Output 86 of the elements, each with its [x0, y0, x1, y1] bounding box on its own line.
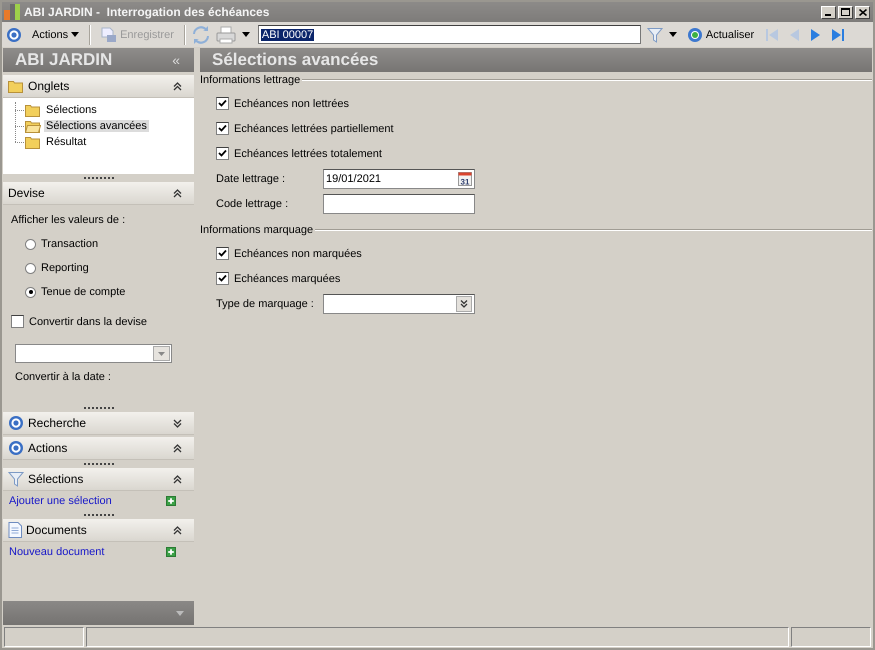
- expand-icon[interactable]: [173, 418, 182, 428]
- refresh-button[interactable]: Actualiser: [682, 24, 758, 44]
- radio-label: Transaction: [41, 238, 98, 250]
- new-document-link[interactable]: Nouveau document: [9, 546, 104, 558]
- folder-icon: [25, 136, 41, 148]
- text-field[interactable]: [323, 194, 475, 214]
- section-header[interactable]: Devise: [3, 182, 194, 205]
- dropdown-arrow-icon[interactable]: [242, 32, 250, 37]
- field-label: Code lettrage :: [216, 198, 290, 210]
- company-name: ABI JARDIN: [15, 50, 112, 70]
- target-icon: [6, 26, 22, 42]
- checkbox[interactable]: [216, 147, 229, 160]
- target-icon: [8, 415, 24, 431]
- section-header[interactable]: Onglets: [3, 75, 194, 98]
- section-title: Recherche: [28, 416, 86, 430]
- radio-button[interactable]: [25, 238, 36, 250]
- save-icon: [101, 26, 118, 42]
- section-title: Sélections: [28, 472, 84, 486]
- checkbox-label: Echéances lettrées totalement: [234, 148, 382, 160]
- close-button[interactable]: [855, 6, 870, 18]
- checkbox[interactable]: [216, 97, 229, 110]
- app-logo-icon: [4, 4, 20, 20]
- radio-button[interactable]: [25, 286, 36, 298]
- checkbox[interactable]: [216, 122, 229, 135]
- close-icon: [858, 8, 866, 16]
- currency-dropdown[interactable]: [15, 344, 172, 363]
- group-title: Informations lettrage: [200, 74, 300, 86]
- section-header[interactable]: Documents: [3, 519, 194, 542]
- collapse-icon[interactable]: [173, 526, 182, 534]
- section-title: Actions: [28, 441, 68, 455]
- expand-icon: [460, 300, 468, 308]
- dropdown-arrow-icon[interactable]: [668, 32, 677, 37]
- radio-label: Tenue de compte: [41, 286, 126, 298]
- checkbox[interactable]: [216, 272, 229, 285]
- page-title: Sélections avancées: [212, 50, 378, 70]
- checkbox-label: Echéances lettrées partiellement: [234, 122, 394, 134]
- last-record-icon[interactable]: [830, 26, 846, 42]
- add-icon[interactable]: [166, 547, 176, 557]
- folder-icon: [8, 80, 24, 92]
- tree-item[interactable]: Sélections avancées: [44, 120, 149, 132]
- section-title: Documents: [26, 523, 87, 537]
- maximize-button[interactable]: [838, 6, 853, 18]
- section-header[interactable]: Actions: [3, 437, 194, 460]
- printer-icon[interactable]: [216, 26, 236, 44]
- convert-date-label: Convertir à la date :: [15, 371, 112, 383]
- collapse-icon[interactable]: [173, 82, 182, 90]
- filter-icon: [646, 26, 663, 42]
- checkbox-label: Echéances marquées: [234, 272, 340, 284]
- dropdown-field[interactable]: [323, 294, 475, 314]
- add-icon[interactable]: [166, 496, 176, 506]
- checkbox[interactable]: [216, 247, 229, 260]
- collapse-icon[interactable]: [173, 188, 182, 198]
- open-folder-icon: [25, 120, 41, 132]
- tree-item[interactable]: Résultat: [44, 136, 88, 148]
- refresh-icon: [686, 26, 703, 42]
- section-header[interactable]: Sélections: [3, 468, 194, 491]
- dropdown-arrow-icon: [158, 352, 165, 356]
- calendar-icon[interactable]: 31: [458, 172, 472, 186]
- section-header[interactable]: Recherche: [3, 412, 194, 435]
- radio-button[interactable]: [25, 262, 36, 274]
- tree-item[interactable]: Sélections: [44, 104, 99, 116]
- document-icon: [8, 522, 22, 538]
- section-title: Devise: [8, 186, 45, 200]
- checkbox[interactable]: [11, 315, 24, 328]
- filter-icon: [8, 471, 24, 487]
- collapse-icon[interactable]: [173, 444, 182, 452]
- checkbox-label: Echéances non lettrées: [234, 98, 349, 110]
- minimize-button[interactable]: [821, 6, 836, 18]
- collapse-icon[interactable]: [173, 474, 182, 484]
- radio-label: Reporting: [41, 262, 89, 274]
- checkbox-label: Convertir dans la devise: [29, 316, 148, 328]
- actions-menu-button[interactable]: Actions: [28, 26, 84, 42]
- record-field[interactable]: ABI 00007: [258, 25, 641, 44]
- group-title: Informations marquage: [200, 224, 314, 236]
- field-label: Date lettrage :: [216, 172, 286, 184]
- target-icon: [8, 440, 24, 456]
- maximize-icon: [841, 8, 850, 16]
- section-title: Onglets: [28, 79, 70, 93]
- display-values-label: Afficher les valeurs de :: [11, 214, 126, 226]
- window-title: ABI JARDIN - Interrogation des échéances: [24, 5, 270, 19]
- folder-icon: [25, 104, 41, 116]
- caret-icon: [71, 32, 80, 37]
- date-field[interactable]: 19/01/2021 31: [323, 168, 475, 188]
- add-selection-link[interactable]: Ajouter une sélection: [9, 495, 112, 507]
- checkbox-label: Echéances non marquées: [234, 248, 362, 260]
- field-label: Type de marquage :: [216, 298, 315, 310]
